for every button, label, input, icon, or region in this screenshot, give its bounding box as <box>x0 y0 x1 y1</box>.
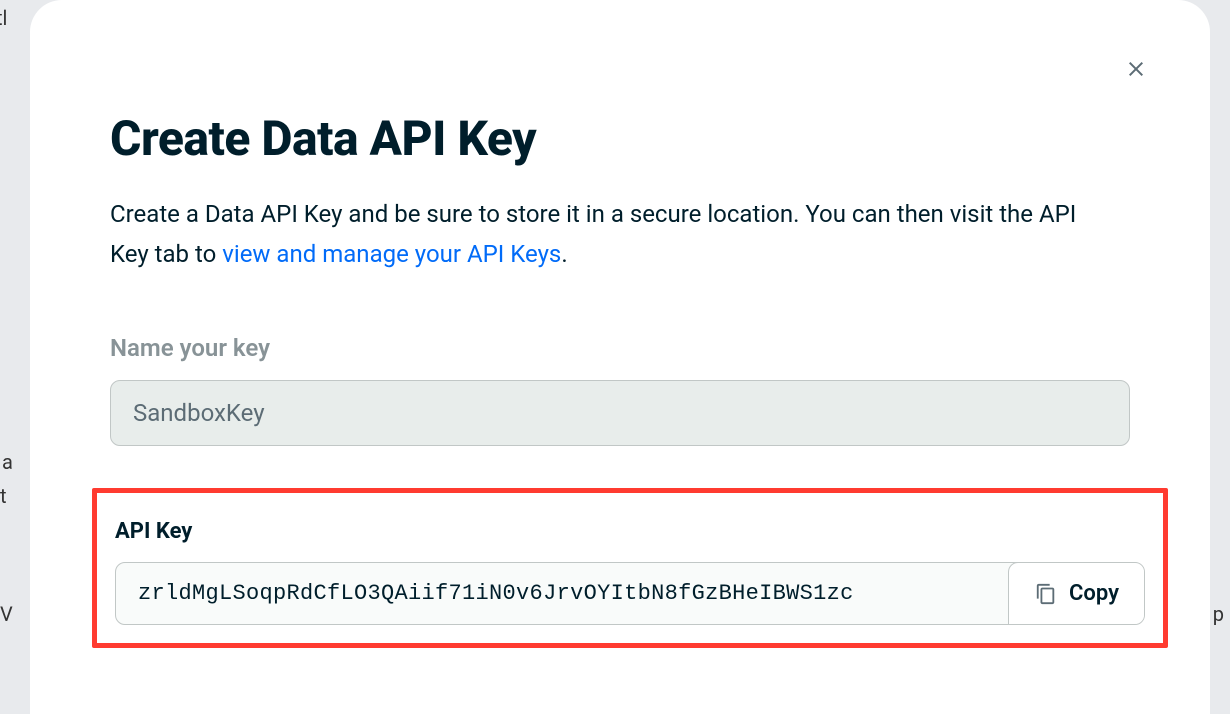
api-key-highlight: API Key zrldMgLSoqpRdCfLO3QAiif71iN0v6Jr… <box>92 488 1168 648</box>
api-key-value[interactable]: zrldMgLSoqpRdCfLO3QAiif71iN0v6JrvOYItbN8… <box>116 563 1008 624</box>
modal-description-post: . <box>561 240 567 268</box>
create-api-key-modal: Create Data API Key Create a Data API Ke… <box>30 0 1210 714</box>
close-icon <box>1124 57 1148 81</box>
copy-icon <box>1035 583 1057 605</box>
copy-button[interactable]: Copy <box>1008 562 1145 624</box>
name-your-key-label: Name your key <box>110 334 1130 362</box>
copy-button-label: Copy <box>1069 581 1119 606</box>
api-key-label: API Key <box>115 519 1145 544</box>
close-button[interactable] <box>1122 55 1150 83</box>
key-name-input[interactable] <box>110 380 1130 446</box>
manage-api-keys-link[interactable]: view and manage your API Keys <box>222 240 561 268</box>
modal-title: Create Data API Key <box>110 110 1130 167</box>
api-key-row: zrldMgLSoqpRdCfLO3QAiif71iN0v6JrvOYItbN8… <box>115 562 1145 625</box>
modal-description: Create a Data API Key and be sure to sto… <box>110 195 1090 274</box>
